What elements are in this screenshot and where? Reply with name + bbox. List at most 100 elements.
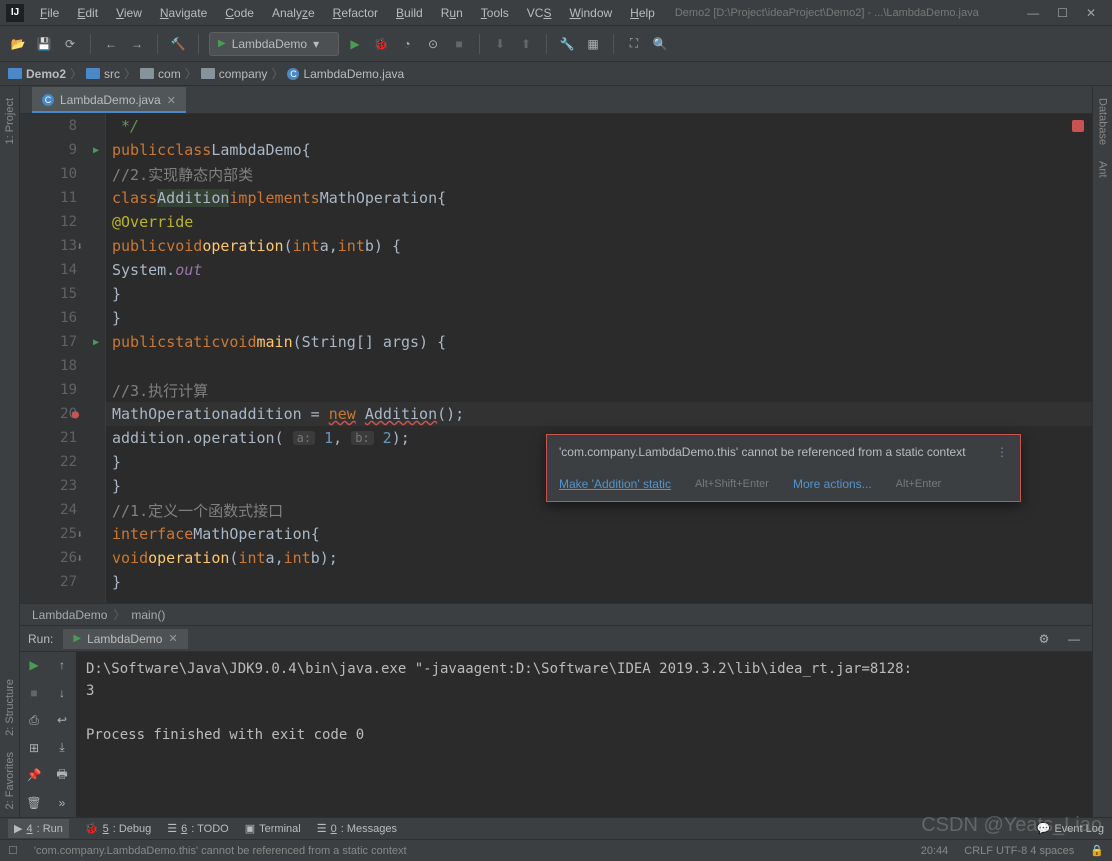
run-tab[interactable]: ▶ LambdaDemo ✕ [63, 629, 187, 649]
gutter-line[interactable]: 10 [20, 162, 105, 186]
save-icon[interactable]: 💾 [34, 34, 54, 54]
gutter-line[interactable]: 16 [20, 306, 105, 330]
debug-icon[interactable]: 🐞 [371, 34, 391, 54]
editor-area[interactable]: 89▶10111213⬇14151617▶181920●2122232425⬇2… [20, 114, 1092, 603]
bottom-tab-run[interactable]: ▶ 4: Run [8, 819, 69, 838]
build-icon[interactable]: 🔨 [168, 34, 188, 54]
open-icon[interactable]: 📂 [8, 34, 28, 54]
down-icon[interactable]: ↓ [48, 680, 76, 706]
breadcrumb[interactable]: company [201, 67, 268, 81]
vcs-update-icon[interactable]: ⬇ [490, 34, 510, 54]
clear-icon[interactable]: 🗑 [20, 790, 48, 816]
profile-icon[interactable]: ⊙ [423, 34, 443, 54]
pin-icon[interactable]: 📌 [20, 762, 48, 788]
scroll-icon[interactable]: ⤓ [48, 735, 76, 761]
breadcrumb[interactable]: com [140, 67, 181, 81]
hide-icon[interactable]: — [1064, 629, 1084, 649]
nav-trail-item[interactable]: main() [131, 608, 165, 622]
menu-view[interactable]: View [108, 3, 150, 23]
gutter-line[interactable]: 17▶ [20, 330, 105, 354]
gutter-line[interactable]: 15 [20, 282, 105, 306]
breadcrumb[interactable]: CLambdaDemo.java [287, 67, 404, 81]
breadcrumb[interactable]: Demo2 [8, 67, 66, 81]
close-icon[interactable]: ✕ [1086, 6, 1096, 20]
run-line-icon[interactable]: ▶ [93, 145, 99, 156]
gutter-line[interactable]: 23 [20, 474, 105, 498]
menu-navigate[interactable]: Navigate [152, 3, 215, 23]
gutter-line[interactable]: 8 [20, 114, 105, 138]
sidebar-tab-structure[interactable]: 2: Structure [2, 671, 18, 744]
event-log-button[interactable]: 💬 Event Log [1037, 822, 1104, 835]
sync-icon[interactable]: ⟳ [60, 34, 80, 54]
up-icon[interactable]: ↑ [48, 652, 76, 678]
gutter-line[interactable]: 9▶ [20, 138, 105, 162]
bottom-tab-messages[interactable]: ☰ 0: Messages [317, 822, 397, 835]
override-icon[interactable]: ⬇ [76, 528, 83, 541]
back-icon[interactable]: ← [101, 34, 121, 54]
stop-icon[interactable]: ■ [20, 680, 48, 706]
settings-icon[interactable]: 🔧 [557, 34, 577, 54]
run-config-selector[interactable]: ▶ LambdaDemo ▾ [209, 32, 339, 56]
stop-icon[interactable]: ■ [449, 34, 469, 54]
nav-trail-item[interactable]: LambdaDemo [32, 608, 107, 622]
gutter-line[interactable]: 25⬇ [20, 522, 105, 546]
caret-position[interactable]: 20:44 [921, 845, 949, 857]
run-line-icon[interactable]: ▶ [93, 337, 99, 348]
status-icon[interactable]: ☐ [8, 844, 18, 857]
sidebar-tab-project[interactable]: 1: Project [2, 90, 18, 152]
gutter-line[interactable]: 12 [20, 210, 105, 234]
gutter-line[interactable]: 19 [20, 378, 105, 402]
close-tab-icon[interactable]: ✕ [168, 632, 177, 645]
gutter-line[interactable]: 22 [20, 450, 105, 474]
breadcrumb[interactable]: src [86, 67, 120, 81]
vcs-commit-icon[interactable]: ⬆ [516, 34, 536, 54]
code-pane[interactable]: */ public class LambdaDemo { //2.实现静态内部类… [106, 114, 1092, 603]
menu-edit[interactable]: Edit [69, 3, 106, 23]
close-tab-icon[interactable]: ✕ [167, 94, 176, 107]
rerun-icon[interactable]: ▶ [20, 652, 48, 678]
gutter-line[interactable]: 11 [20, 186, 105, 210]
gutter-line[interactable]: 24 [20, 498, 105, 522]
sidebar-tab-favorites[interactable]: 2: Favorites [2, 744, 18, 817]
file-encoding[interactable]: CRLF UTF-8 4 spaces [964, 845, 1074, 857]
more-actions-link[interactable]: More actions... [793, 477, 872, 491]
project-structure-icon[interactable]: ▦ [583, 34, 603, 54]
sidebar-tab-ant[interactable]: Ant [1095, 153, 1111, 186]
bottom-tab-debug[interactable]: 🐞 5: Debug [85, 822, 151, 835]
error-gutter-icon[interactable]: ● [72, 407, 79, 421]
gutter-line[interactable]: 20● [20, 402, 105, 426]
gutter-line[interactable]: 26⬇ [20, 546, 105, 570]
menu-help[interactable]: Help [622, 3, 663, 23]
menu-window[interactable]: Window [561, 3, 620, 23]
gutter-line[interactable]: 27 [20, 570, 105, 594]
minimize-icon[interactable]: — [1027, 6, 1039, 20]
expand-icon[interactable]: » [48, 790, 76, 816]
override-icon[interactable]: ⬇ [76, 240, 83, 253]
run-icon[interactable]: ▶ [345, 34, 365, 54]
run-output[interactable]: D:\Software\Java\JDK9.0.4\bin\java.exe "… [76, 652, 1092, 817]
menu-refactor[interactable]: Refactor [325, 3, 386, 23]
menu-code[interactable]: Code [217, 3, 262, 23]
lock-icon[interactable]: 🔒 [1090, 844, 1104, 857]
maximize-icon[interactable]: ☐ [1057, 6, 1068, 20]
more-icon[interactable]: ⋮ [996, 445, 1008, 459]
bottom-tab-terminal[interactable]: ▣ Terminal [245, 822, 301, 835]
wrap-icon[interactable]: ↩ [48, 707, 76, 733]
forward-icon[interactable]: → [127, 34, 147, 54]
menu-vcs[interactable]: VCS [519, 3, 560, 23]
gutter-line[interactable]: 18 [20, 354, 105, 378]
layout-icon[interactable]: ⊞ [20, 735, 48, 761]
menu-run[interactable]: Run [433, 3, 471, 23]
coverage-icon[interactable]: ◔ [397, 34, 417, 54]
print-icon[interactable]: 🖶 [48, 762, 76, 788]
dump-icon[interactable]: ⎙ [20, 707, 48, 733]
menu-file[interactable]: File [32, 3, 67, 23]
gutter-line[interactable]: 21 [20, 426, 105, 450]
menu-analyze[interactable]: Analyze [264, 3, 323, 23]
gutter-line[interactable]: 13⬇ [20, 234, 105, 258]
search-icon[interactable]: 🔍 [650, 34, 670, 54]
menu-tools[interactable]: Tools [473, 3, 517, 23]
gear-icon[interactable]: ⚙ [1034, 629, 1054, 649]
toggle-fullscreen-icon[interactable]: ⛶ [624, 34, 644, 54]
quickfix-link[interactable]: Make 'Addition' static [559, 477, 671, 491]
